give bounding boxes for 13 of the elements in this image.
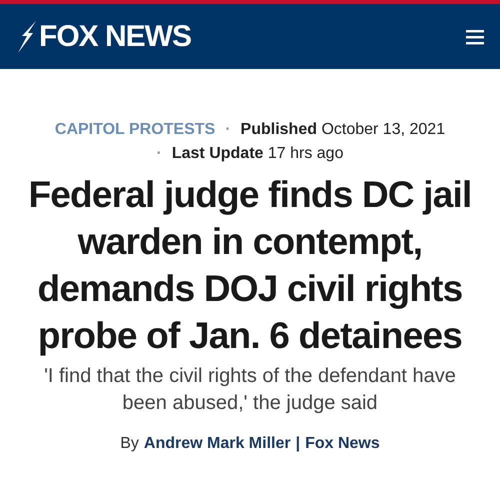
source-link[interactable]: Fox News	[305, 435, 380, 453]
author-link[interactable]: Andrew Mark Miller	[144, 435, 291, 453]
separator-dot: ·	[225, 121, 231, 139]
byline-separator: |	[296, 435, 300, 453]
lightning-bolt-icon	[16, 20, 38, 54]
site-logo[interactable]: FOX NEWS	[39, 20, 192, 54]
menu-icon[interactable]	[466, 28, 484, 44]
headline: Federal judge finds DC jail warden in contempt, demands DOJ civil rights probe of Jan. 6 detainees	[27, 173, 473, 358]
published-date: Published October 13, 2021	[240, 121, 446, 139]
byline-prefix: By	[120, 435, 139, 453]
separator-dot: ·	[156, 145, 162, 163]
subheadline: 'I find that the civil rights of the defendant have been abused,' the judge said	[43, 364, 457, 416]
last-update: Last Update 17 hrs ago	[172, 145, 344, 163]
